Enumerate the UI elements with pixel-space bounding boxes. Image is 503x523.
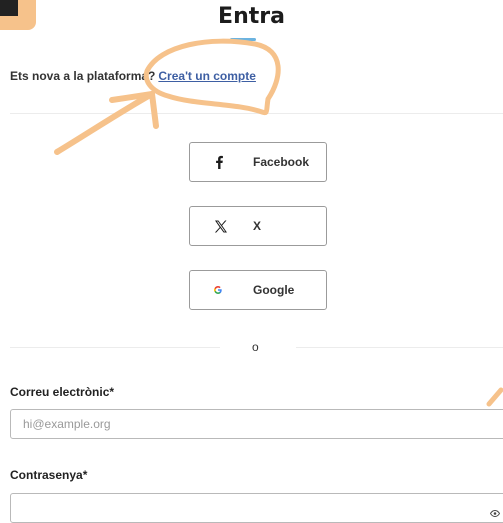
create-account-link[interactable]: Crea't un compte: [158, 69, 256, 83]
email-label: Correu electrònic*: [10, 385, 115, 399]
x-login-button[interactable]: X: [189, 206, 327, 246]
or-text: o: [252, 340, 259, 354]
annotation-arrow-head-upper: [109, 91, 155, 103]
email-placeholder: hi@example.org: [23, 417, 111, 431]
x-label: X: [253, 219, 262, 233]
google-label: Google: [253, 283, 295, 297]
password-label: Contrasenya*: [10, 468, 88, 482]
signup-prompt: Ets nova a la plataforma?: [10, 69, 156, 83]
annotation-arrow-shaft: [54, 91, 155, 155]
x-icon: [214, 207, 228, 245]
eye-icon[interactable]: [489, 504, 501, 522]
title-underline: [230, 38, 256, 41]
google-icon: [214, 271, 222, 309]
google-login-button[interactable]: Google: [189, 270, 327, 310]
facebook-icon: [214, 143, 224, 181]
password-field[interactable]: [10, 493, 503, 523]
facebook-login-button[interactable]: Facebook: [189, 142, 327, 182]
annotation-arrow-head-lower: [149, 91, 159, 129]
or-line-left: [10, 347, 220, 348]
email-field[interactable]: hi@example.org: [10, 409, 503, 439]
signup-row: Ets nova a la plataforma? Crea't un compt…: [10, 69, 256, 83]
or-line-right: [296, 347, 503, 348]
page-title: Entra: [218, 4, 285, 29]
top-divider: [10, 113, 503, 114]
annotation-stroke-right: [486, 387, 503, 407]
facebook-label: Facebook: [253, 155, 310, 169]
